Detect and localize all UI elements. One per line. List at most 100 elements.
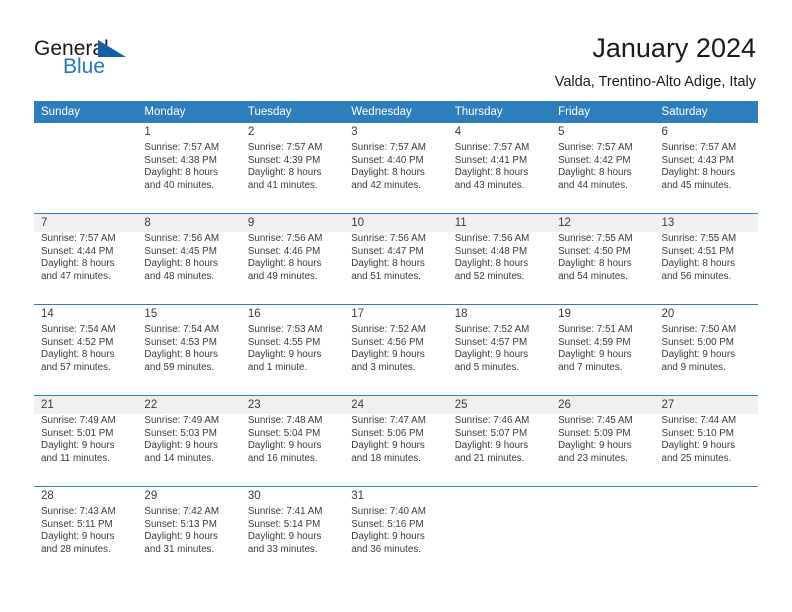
sunrise-text: Sunrise: 7:57 AM [558,142,633,153]
sunrise-text: Sunrise: 7:43 AM [41,506,116,517]
calendar-day-cell[interactable]: 22 Sunrise: 7:49 AM Sunset: 5:03 PM Dayligh… [137,395,241,487]
day-cell-inner: 3 Sunrise: 7:57 AM Sunset: 4:40 PM Daylight… [344,123,447,213]
daylight-text: Daylight: 9 hours [454,440,529,452]
daylight-text: Daylight: 8 hours [661,167,736,179]
calendar-day-cell[interactable]: 13 Sunrise: 7:55 AM Sunset: 4:51 PM Dayligh… [654,213,758,305]
daylight-text: Daylight: 8 hours [144,258,218,270]
day-number: 28 [41,490,54,502]
sunrise-text: Sunrise: 7:51 AM [558,324,633,335]
day-sun-details: Sunrise: 7:41 AM Sunset: 5:14 PM Daylight:… [241,505,344,556]
sunset-text: Sunset: 5:00 PM [661,336,734,348]
day-cell-inner: 17 Sunrise: 7:52 AM Sunset: 4:56 PM Dayligh… [344,305,447,395]
sunset-text: Sunset: 5:09 PM [558,427,631,439]
daylight-text: Daylight: 9 hours [247,349,322,361]
sunset-text: Sunset: 4:52 PM [41,336,114,348]
day-sun-details: Sunrise: 7:48 AM Sunset: 5:04 PM Daylight:… [241,414,344,465]
day-number: 10 [344,214,448,232]
calendar-day-cell[interactable]: 11 Sunrise: 7:56 AM Sunset: 4:48 PM Dayligh… [447,213,552,305]
day-sun-details: Sunrise: 7:46 AM Sunset: 5:07 PM Daylight:… [448,414,551,465]
calendar-day-cell[interactable]: 12 Sunrise: 7:55 AM Sunset: 4:50 PM Dayligh… [551,213,655,305]
calendar-day-cell[interactable]: 19 Sunrise: 7:51 AM Sunset: 4:59 PM Dayligh… [551,304,655,396]
day-number: 26 [551,396,655,414]
calendar-day-cell[interactable]: 7 Sunrise: 7:57 AM Sunset: 4:44 PM Daylight… [34,213,138,305]
daylight-text: Daylight: 8 hours [351,167,425,179]
sunset-text: Sunset: 4:51 PM [661,245,734,257]
page-title: January 2024 [592,33,756,63]
calendar-day-cell[interactable]: 5 Sunrise: 7:57 AM Sunset: 4:42 PM Daylight… [551,123,654,214]
calendar-day-cell[interactable]: 8 Sunrise: 7:56 AM Sunset: 4:45 PM Daylight… [137,213,241,305]
day-cell-inner: 28 Sunrise: 7:43 AM Sunset: 5:11 PM Dayligh… [34,487,137,577]
daylight-text-continued: and 59 minutes. [144,361,215,373]
daylight-text-continued: and 56 minutes. [661,270,732,282]
daylight-text: Daylight: 9 hours [558,440,632,452]
day-cell-inner: 24 Sunrise: 7:47 AM Sunset: 5:06 PM Dayligh… [344,396,448,486]
day-sun-details: Sunrise: 7:56 AM Sunset: 4:47 PM Daylight:… [344,232,447,283]
calendar-day-cell[interactable]: 6 Sunrise: 7:57 AM Sunset: 4:43 PM Daylight… [655,123,758,214]
daylight-text-continued: and 16 minutes. [247,452,318,464]
day-cell-inner: 16 Sunrise: 7:53 AM Sunset: 4:55 PM Dayligh… [241,305,344,395]
day-number: 3 [351,126,358,138]
sunset-text: Sunset: 4:59 PM [558,336,631,348]
calendar-day-cell[interactable]: 17 Sunrise: 7:52 AM Sunset: 4:56 PM Dayligh… [344,304,448,396]
calendar-day-cell[interactable]: 24 Sunrise: 7:47 AM Sunset: 5:06 PM Dayligh… [344,395,448,487]
daylight-text-continued: and 43 minutes. [454,179,525,191]
calendar-day-cell[interactable]: 23 Sunrise: 7:48 AM Sunset: 5:04 PM Dayligh… [240,395,345,487]
calendar-day-cell[interactable]: 26 Sunrise: 7:45 AM Sunset: 5:09 PM Dayligh… [551,395,655,487]
daylight-text: Daylight: 8 hours [247,167,322,179]
sunrise-text: Sunrise: 7:49 AM [41,415,116,426]
sunset-text: Sunset: 5:13 PM [144,518,217,530]
calendar-day-cell[interactable]: 9 Sunrise: 7:56 AM Sunset: 4:46 PM Daylight… [240,213,345,305]
calendar-day-cell[interactable]: 14 Sunrise: 7:54 AM Sunset: 4:52 PM Dayligh… [34,304,138,396]
calendar-day-cell[interactable]: 1 Sunrise: 7:57 AM Sunset: 4:38 PM Daylight… [137,123,240,214]
sunset-text: Sunset: 4:48 PM [454,245,528,257]
daylight-text-continued: and 48 minutes. [144,270,215,282]
day-cell-inner: 4 Sunrise: 7:57 AM Sunset: 4:41 PM Daylight… [448,123,551,213]
day-cell-inner: 8 Sunrise: 7:56 AM Sunset: 4:45 PM Daylight… [137,214,241,304]
sunset-text: Sunset: 5:04 PM [247,427,321,439]
sunrise-text: Sunrise: 7:57 AM [247,142,323,153]
sunrise-text: Sunrise: 7:48 AM [247,415,323,426]
calendar-day-cell[interactable]: 25 Sunrise: 7:46 AM Sunset: 5:07 PM Dayligh… [447,395,552,487]
day-number: 9 [240,214,345,232]
daylight-text-continued: and 54 minutes. [558,270,628,282]
day-sun-details: Sunrise: 7:57 AM Sunset: 4:43 PM Daylight:… [655,141,758,192]
calendar-day-cell[interactable]: 29 Sunrise: 7:42 AM Sunset: 5:13 PM Dayligh… [137,486,241,577]
day-sun-details: Sunrise: 7:45 AM Sunset: 5:09 PM Daylight:… [551,414,654,465]
day-number: 16 [247,308,261,320]
calendar-day-cell[interactable]: 3 Sunrise: 7:57 AM Sunset: 4:40 PM Daylight… [344,123,447,214]
daylight-text-continued: and 5 minutes. [454,361,519,373]
brand-logo[interactable]: General Blue [34,38,174,84]
calendar-day-cell[interactable]: 4 Sunrise: 7:57 AM Sunset: 4:41 PM Daylight… [448,123,551,214]
calendar-day-cell[interactable]: 2 Sunrise: 7:57 AM Sunset: 4:39 PM Daylight… [241,123,344,214]
calendar-day-cell[interactable]: 31 Sunrise: 7:40 AM Sunset: 5:16 PM Dayligh… [344,486,448,577]
calendar-day-cell[interactable]: 28 Sunrise: 7:43 AM Sunset: 5:11 PM Dayligh… [34,486,138,577]
daylight-text: Daylight: 8 hours [144,349,218,361]
day-sun-details: Sunrise: 7:55 AM Sunset: 4:50 PM Daylight:… [551,232,654,283]
day-number: 30 [247,490,261,502]
day-cell-inner: 19 Sunrise: 7:51 AM Sunset: 4:59 PM Dayligh… [551,305,654,395]
calendar-day-cell[interactable]: 18 Sunrise: 7:52 AM Sunset: 4:57 PM Dayligh… [447,304,552,396]
daylight-text: Daylight: 9 hours [247,440,322,452]
calendar-day-cell[interactable]: 10 Sunrise: 7:56 AM Sunset: 4:47 PM Dayligh… [344,213,448,305]
calendar-day-cell[interactable]: 27 Sunrise: 7:44 AM Sunset: 5:10 PM Dayligh… [654,395,758,487]
daylight-text: Daylight: 8 hours [454,167,529,179]
calendar-day-cell-empty [654,486,758,577]
daylight-text-continued: and 40 minutes. [144,179,215,191]
daylight-text-continued: and 31 minutes. [144,543,215,555]
brand-name-blue: Blue [63,55,106,78]
sunset-text: Sunset: 5:16 PM [351,518,424,530]
calendar-day-cell[interactable]: 21 Sunrise: 7:49 AM Sunset: 5:01 PM Dayligh… [34,395,138,487]
daylight-text-continued: and 52 minutes. [454,270,525,282]
sunset-text: Sunset: 4:38 PM [144,154,217,166]
calendar-day-cell[interactable]: 30 Sunrise: 7:41 AM Sunset: 5:14 PM Dayligh… [240,486,345,577]
weekday-header-thursday: Thursday [447,101,552,123]
calendar-day-cell[interactable]: 16 Sunrise: 7:53 AM Sunset: 4:55 PM Dayligh… [240,304,345,396]
calendar-day-cell[interactable]: 20 Sunrise: 7:50 AM Sunset: 5:00 PM Dayligh… [654,304,758,396]
calendar-day-cell[interactable]: 15 Sunrise: 7:54 AM Sunset: 4:53 PM Dayligh… [137,304,241,396]
sunset-text: Sunset: 4:39 PM [247,154,321,166]
day-cell-inner: 5 Sunrise: 7:57 AM Sunset: 4:42 PM Daylight… [551,123,654,213]
day-cell-inner [551,487,654,577]
day-number: 12 [551,214,655,232]
daylight-text-continued: and 33 minutes. [247,543,318,555]
daylight-text-continued: and 3 minutes. [351,361,416,373]
